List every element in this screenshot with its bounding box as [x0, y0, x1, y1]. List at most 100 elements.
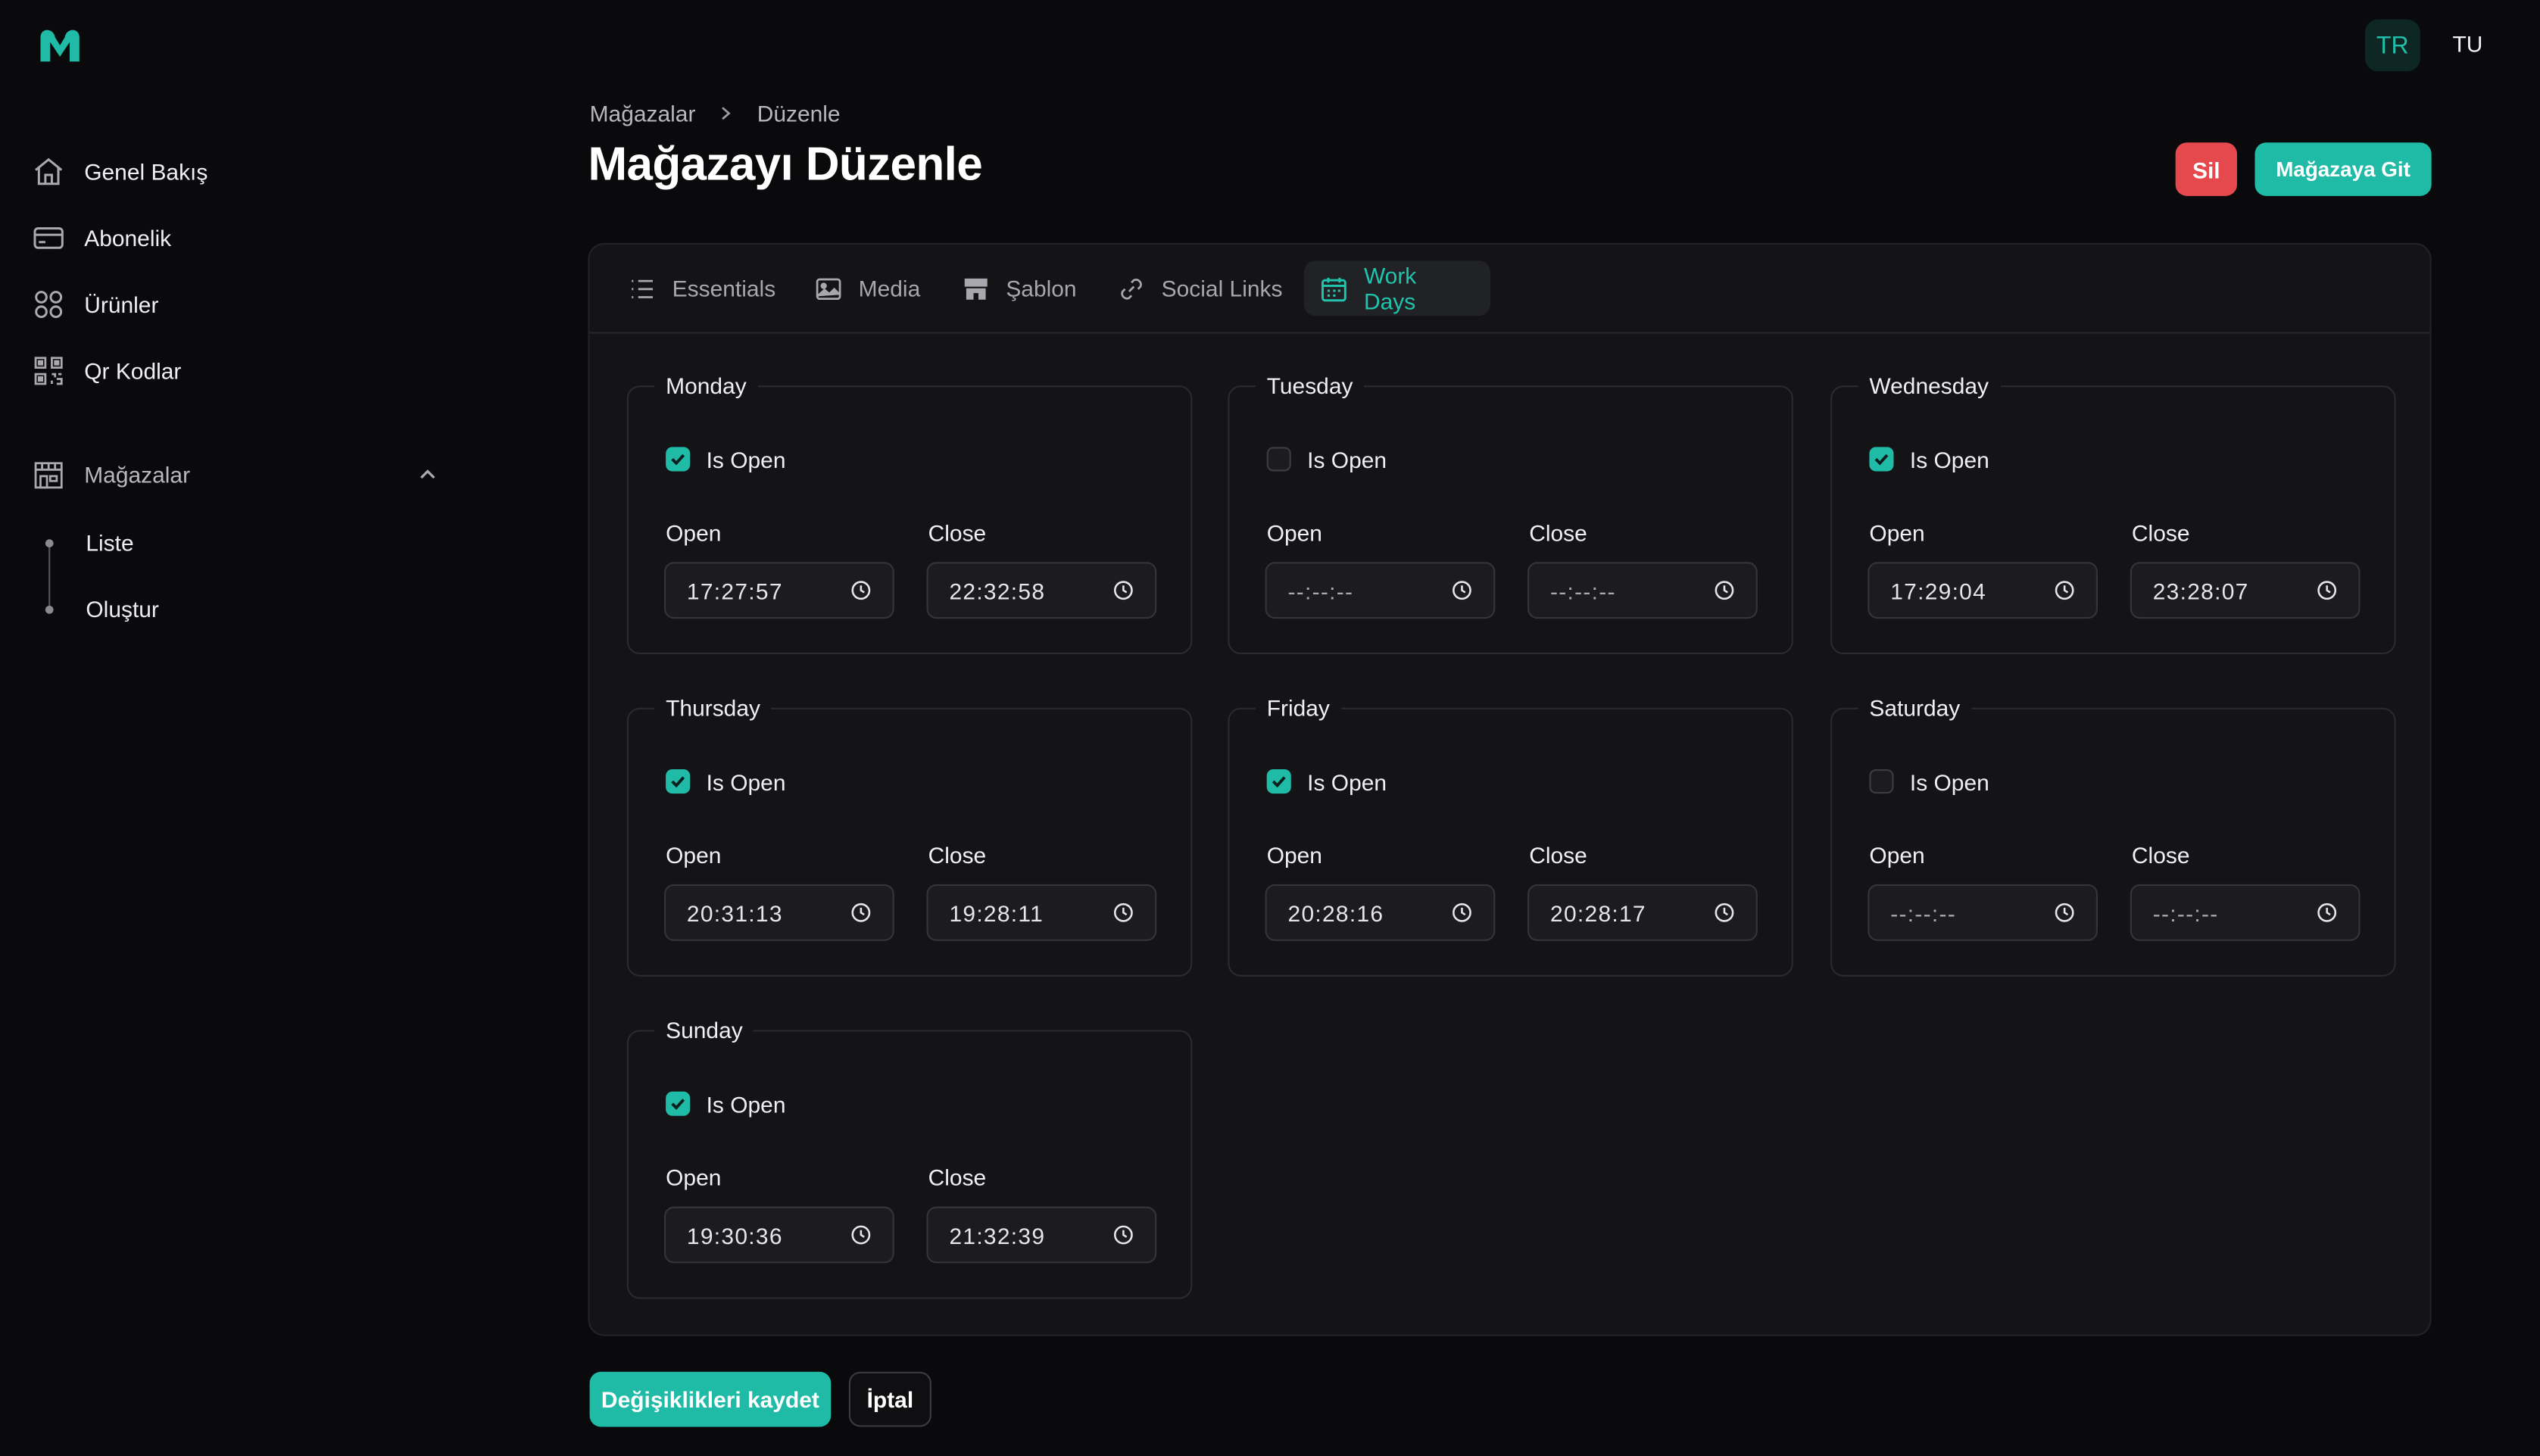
delete-button[interactable]: Sil: [2175, 142, 2237, 196]
open-time-value: 17:29:04: [1890, 577, 1987, 603]
breadcrumb: Mağazalar Düzenle: [590, 101, 841, 126]
open-time-input[interactable]: --:--:--: [1868, 884, 2098, 941]
close-time-input[interactable]: --:--:--: [1527, 562, 1758, 619]
sidebar-subitem-liste[interactable]: Liste: [86, 529, 133, 555]
cancel-button[interactable]: İptal: [848, 1371, 931, 1427]
open-time-input[interactable]: 20:31:13: [663, 884, 894, 941]
is-open-label: Is Open: [706, 769, 786, 796]
chevron-right-icon: [722, 107, 732, 120]
close-label: Close: [1529, 519, 1587, 546]
open-label: Open: [666, 519, 722, 546]
close-time-input[interactable]: 22:32:58: [926, 562, 1157, 619]
open-time-value: 20:31:13: [686, 899, 783, 926]
sidebar-section-label: Mağazalar: [84, 461, 191, 488]
check-icon: [671, 1099, 685, 1110]
close-label: Close: [928, 519, 987, 546]
open-time-value: --:--:--: [1287, 577, 1354, 603]
sidebar-subitem-olustur[interactable]: Oluştur: [86, 596, 159, 622]
sidebar-item-urunler[interactable]: Ürünler: [33, 280, 454, 329]
open-time-input[interactable]: 19:30:36: [663, 1206, 894, 1264]
edit-panel: Essentials Media Şablon Social Links Wor…: [588, 242, 2432, 1336]
close-label: Close: [928, 1164, 987, 1191]
is-open-checkbox[interactable]: [666, 1091, 691, 1116]
sidebar-section-magazalar[interactable]: Mağazalar: [33, 451, 454, 499]
close-time-input[interactable]: 20:28:17: [1527, 884, 1758, 941]
is-open-checkbox[interactable]: [666, 769, 691, 794]
sidebar-item-label: Abonelik: [84, 225, 172, 251]
is-open-label: Is Open: [706, 1091, 786, 1118]
card-icon: [33, 227, 64, 249]
close-time-value: --:--:--: [2152, 899, 2219, 926]
close-time-input[interactable]: 19:28:11: [926, 884, 1157, 941]
sidebar-item-abonelik[interactable]: Abonelik: [33, 214, 454, 262]
open-label: Open: [1266, 842, 1322, 868]
clock-icon: [1715, 581, 1734, 600]
user-avatar[interactable]: TU: [2452, 31, 2482, 57]
open-time-input[interactable]: 17:27:57: [663, 562, 894, 619]
save-changes-button[interactable]: Değişiklikleri kaydet: [589, 1371, 832, 1427]
is-open-checkbox[interactable]: [1869, 447, 1894, 472]
sidebar-item-label: Qr Kodlar: [84, 357, 182, 384]
sidebar-item-qr-kodlar[interactable]: Qr Kodlar: [33, 347, 454, 395]
close-time-input[interactable]: --:--:--: [2130, 884, 2361, 941]
check-icon: [671, 454, 685, 466]
open-label: Open: [666, 1164, 722, 1191]
is-open-checkbox[interactable]: [1869, 769, 1894, 794]
check-icon: [671, 776, 685, 788]
tab-label: Social Links: [1161, 275, 1283, 301]
language-button-tr[interactable]: TR: [2364, 19, 2420, 72]
open-label: Open: [1869, 519, 1925, 546]
close-time-input[interactable]: 21:32:39: [926, 1206, 1157, 1264]
open-time-value: 20:28:16: [1287, 899, 1384, 926]
day-card-monday: Monday Is Open Open Close 17:27:57 22:32…: [626, 372, 1193, 655]
clock-icon: [1453, 581, 1471, 600]
is-open-checkbox[interactable]: [666, 447, 691, 472]
open-label: Open: [1869, 842, 1925, 868]
tab-label: Work Days: [1363, 262, 1417, 314]
is-open-label: Is Open: [1307, 769, 1387, 796]
clock-icon: [1113, 903, 1133, 922]
is-open-label: Is Open: [1307, 447, 1387, 473]
open-time-input[interactable]: 17:29:04: [1868, 562, 2098, 619]
close-time-value: --:--:--: [1550, 577, 1616, 603]
sidebar-item-genel-bakis[interactable]: Genel Bakış: [33, 148, 454, 196]
clock-icon: [2055, 903, 2074, 922]
clock-icon: [1715, 903, 1734, 922]
is-open-checkbox[interactable]: [1266, 769, 1291, 794]
clock-icon: [1453, 903, 1471, 922]
clock-icon: [2055, 581, 2074, 600]
tab-work-days[interactable]: Work Days: [1303, 260, 1490, 316]
clock-icon: [2317, 581, 2337, 600]
close-label: Close: [928, 842, 987, 868]
breadcrumb-current: Düzenle: [757, 100, 841, 126]
brand-logo[interactable]: [36, 23, 84, 68]
open-time-input[interactable]: 20:28:16: [1265, 884, 1496, 941]
day-name: Tuesday: [1255, 372, 1365, 399]
day-name: Sunday: [654, 1017, 754, 1043]
tab-social-links[interactable]: Social Links: [1102, 260, 1299, 316]
breadcrumb-link[interactable]: Mağazalar: [590, 101, 696, 126]
close-time-input[interactable]: 23:28:07: [2130, 562, 2361, 619]
open-time-value: --:--:--: [1890, 899, 1956, 926]
tab-essentials[interactable]: Essentials: [613, 260, 792, 316]
open-time-input[interactable]: --:--:--: [1265, 562, 1496, 619]
tab-media[interactable]: Media: [799, 260, 937, 316]
image-icon: [816, 277, 841, 299]
store-template-icon: [964, 277, 988, 299]
app-canvas: Genel Bakış Abonelik Ürünler Qr Kodlar M…: [0, 0, 2540, 1456]
close-time-value: 21:32:39: [949, 1221, 1046, 1249]
day-card-sunday: Sunday Is Open Open Close 19:30:36 21:32…: [626, 1017, 1193, 1299]
calendar-icon: [1321, 276, 1346, 301]
clock-icon: [1113, 1225, 1133, 1245]
submenu-dot: [45, 605, 54, 614]
chevron-up-icon[interactable]: [415, 462, 441, 488]
day-name: Friday: [1255, 694, 1341, 721]
go-to-store-button[interactable]: Mağazaya Git: [2254, 142, 2432, 196]
tab-sablon[interactable]: Şablon: [946, 260, 1093, 316]
tab-label: Media: [858, 275, 921, 301]
home-icon: [35, 157, 63, 186]
close-time-value: 20:28:17: [1550, 899, 1646, 926]
is-open-checkbox[interactable]: [1266, 447, 1291, 472]
store-icon: [34, 462, 63, 489]
sidebar-item-label: Ürünler: [84, 292, 159, 318]
